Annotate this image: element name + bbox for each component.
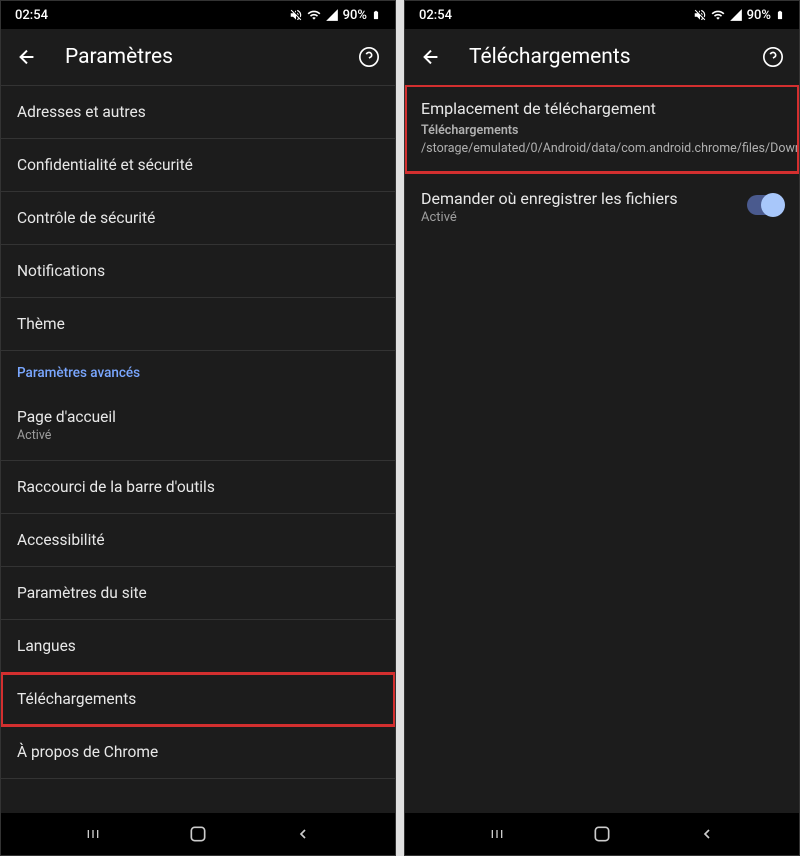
settings-item-notifications[interactable]: Notifications: [1, 245, 395, 298]
battery-percentage: 90%: [343, 8, 367, 23]
download-location-path-value: /storage/emulated/0/Android/data/com.and…: [421, 141, 799, 156]
wifi-icon: [711, 8, 725, 22]
status-time: 02:54: [15, 8, 48, 23]
status-icons-group: 90%: [289, 8, 381, 23]
settings-list: Adresses et autres Confidentialité et sé…: [1, 85, 395, 813]
settings-item-accessibility[interactable]: Accessibilité: [1, 514, 395, 567]
phone-right: 02:54 90% Téléchargements Emp: [404, 0, 800, 856]
status-time: 02:54: [419, 8, 452, 23]
battery-icon: [775, 8, 785, 22]
status-icons-group: 90%: [693, 8, 785, 23]
signal-icon: [325, 8, 339, 22]
settings-item-label: À propos de Chrome: [17, 743, 379, 761]
toggle-title: Demander où enregistrer les fichiers: [421, 189, 731, 208]
settings-item-label: Adresses et autres: [17, 103, 379, 121]
android-nav-bar: [405, 813, 799, 855]
settings-item-label: Contrôle de sécurité: [17, 209, 379, 227]
mute-icon: [693, 8, 707, 22]
settings-item-label: Page d'accueil: [17, 408, 379, 426]
settings-item-label: Téléchargements: [17, 690, 379, 708]
download-location-item[interactable]: Emplacement de téléchargement Télécharge…: [405, 85, 799, 173]
settings-item-label: Notifications: [17, 262, 379, 280]
page-title: Paramètres: [65, 45, 331, 69]
help-button[interactable]: [357, 45, 381, 69]
settings-item-toolbar-shortcut[interactable]: Raccourci de la barre d'outils: [1, 461, 395, 514]
back-button[interactable]: [419, 45, 443, 69]
home-button[interactable]: [588, 820, 616, 848]
back-button[interactable]: [15, 45, 39, 69]
status-bar: 02:54 90%: [405, 1, 799, 29]
toggle-text: Demander où enregistrer les fichiers Act…: [421, 189, 731, 225]
settings-item-label: Confidentialité et sécurité: [17, 156, 379, 174]
recents-button[interactable]: [79, 820, 107, 848]
app-bar: Paramètres: [1, 29, 395, 85]
phone-left: 02:54 90% Paramètres Adresses: [0, 0, 396, 856]
settings-item-label: Langues: [17, 637, 379, 655]
settings-item-addresses[interactable]: Adresses et autres: [1, 85, 395, 139]
switch-thumb: [761, 193, 785, 217]
download-location-label: Emplacement de téléchargement: [421, 99, 783, 118]
settings-item-theme[interactable]: Thème: [1, 298, 395, 351]
settings-item-site-settings[interactable]: Paramètres du site: [1, 567, 395, 620]
settings-item-languages[interactable]: Langues: [1, 620, 395, 673]
app-bar: Téléchargements: [405, 29, 799, 85]
settings-item-safety[interactable]: Contrôle de sécurité: [1, 192, 395, 245]
downloads-content: Emplacement de téléchargement Télécharge…: [405, 85, 799, 813]
settings-item-privacy[interactable]: Confidentialité et sécurité: [1, 139, 395, 192]
home-button[interactable]: [184, 820, 212, 848]
back-nav-button[interactable]: [693, 820, 721, 848]
android-nav-bar: [1, 813, 395, 855]
settings-item-label: Paramètres du site: [17, 584, 379, 602]
settings-item-label: Thème: [17, 315, 379, 333]
settings-item-label: Accessibilité: [17, 531, 379, 549]
advanced-section-header: Paramètres avancés: [1, 351, 395, 391]
toggle-switch[interactable]: [747, 195, 783, 215]
settings-item-about[interactable]: À propos de Chrome: [1, 726, 395, 779]
wifi-icon: [307, 8, 321, 22]
download-location-path: Téléchargements /storage/emulated/0/Andr…: [421, 122, 783, 157]
help-button[interactable]: [761, 45, 785, 69]
toggle-subtitle: Activé: [421, 210, 731, 225]
battery-icon: [371, 8, 381, 22]
settings-item-label: Raccourci de la barre d'outils: [17, 478, 379, 496]
battery-percentage: 90%: [747, 8, 771, 23]
page-title: Téléchargements: [469, 45, 735, 69]
recents-button[interactable]: [483, 820, 511, 848]
settings-item-sublabel: Activé: [17, 428, 379, 443]
settings-item-homepage[interactable]: Page d'accueil Activé: [1, 391, 395, 461]
mute-icon: [289, 8, 303, 22]
settings-item-downloads[interactable]: Téléchargements: [1, 673, 395, 726]
back-nav-button[interactable]: [289, 820, 317, 848]
status-bar: 02:54 90%: [1, 1, 395, 29]
download-location-path-prefix: Téléchargements: [421, 123, 518, 138]
signal-icon: [729, 8, 743, 22]
ask-where-save-toggle-row[interactable]: Demander où enregistrer les fichiers Act…: [405, 173, 799, 241]
